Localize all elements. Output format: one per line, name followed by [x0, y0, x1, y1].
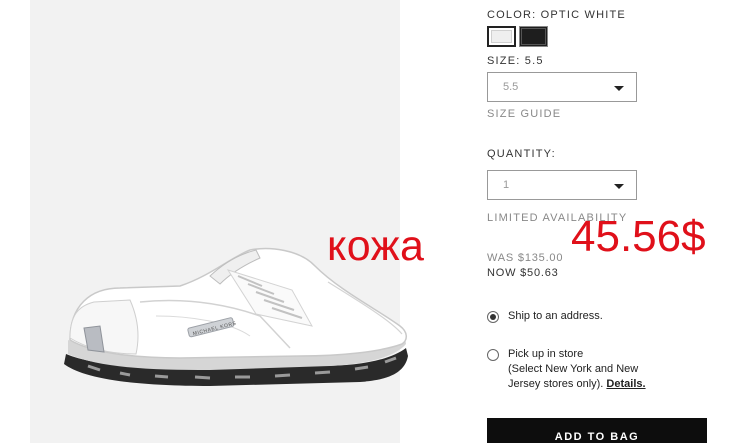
- quantity-select[interactable]: 1: [487, 170, 637, 200]
- details-link[interactable]: Details.: [606, 378, 645, 390]
- overlay-material-text: кожа: [327, 222, 425, 270]
- pickup-line-2: (Select New York and New: [508, 363, 639, 375]
- ship-to-address-label: Ship to an address.: [508, 310, 603, 322]
- swatch-black[interactable]: [519, 26, 548, 47]
- quantity-select-value: 1: [503, 179, 510, 191]
- quantity-label: QUANTITY:: [487, 148, 556, 160]
- price-was: WAS $135.00: [487, 252, 564, 264]
- pickup-line-1: Pick up in store: [508, 348, 584, 360]
- chevron-down-icon: [614, 184, 624, 189]
- size-guide-link[interactable]: SIZE GUIDE: [487, 108, 561, 120]
- size-select[interactable]: 5.5: [487, 72, 637, 102]
- availability-status: LIMITED AVAILABILITY: [487, 212, 628, 224]
- price-now: NOW $50.63: [487, 267, 559, 279]
- chevron-down-icon: [614, 86, 624, 91]
- pickup-in-store-label: Pick up in store (Select New York and Ne…: [508, 347, 646, 392]
- size-label: SIZE: 5.5: [487, 55, 544, 67]
- pickup-line-3-wrap: Jersey stores only). Details.: [508, 377, 646, 392]
- color-label: COLOR: OPTIC WHITE: [487, 9, 626, 21]
- pickup-in-store-radio[interactable]: [487, 349, 499, 361]
- ship-to-address-radio[interactable]: [487, 311, 499, 323]
- pickup-line-3: Jersey stores only).: [508, 378, 607, 390]
- size-select-value: 5.5: [503, 81, 519, 93]
- swatch-optic-white[interactable]: [487, 26, 516, 47]
- add-to-bag-button[interactable]: ADD TO BAG: [487, 418, 707, 443]
